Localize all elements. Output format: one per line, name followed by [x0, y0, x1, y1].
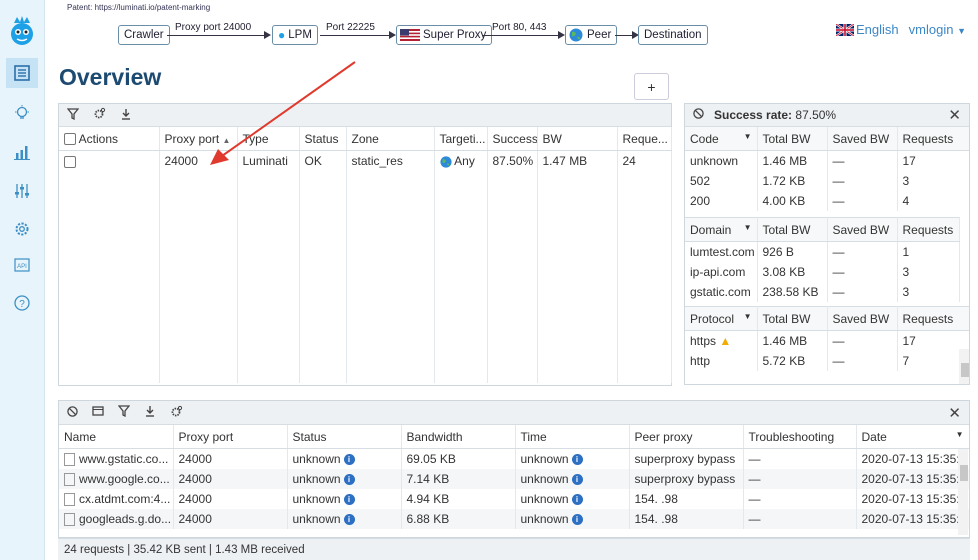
column-header-requests[interactable]: Requests	[897, 127, 969, 151]
info-icon[interactable]: i	[343, 514, 355, 526]
request-row[interactable]: googleads.g.do... 24000 unknown i 6.88 KB…	[59, 509, 969, 529]
column-header-requests[interactable]: Requests	[897, 217, 960, 242]
column-header-peer-proxy[interactable]: Peer proxy	[629, 425, 744, 449]
domains-table: Domain ▼ Total BW Saved BW Requests lumte…	[685, 217, 960, 302]
code-row[interactable]: 200 4.00 KB —4	[685, 191, 969, 211]
requests-header-row: Name Proxy port Status Bandwidth Time Pe…	[59, 425, 969, 449]
file-icon	[64, 493, 75, 507]
column-header-saved-bw[interactable]: Saved BW	[827, 127, 898, 151]
column-header-bandwidth[interactable]: Bandwidth	[401, 425, 516, 449]
info-icon[interactable]: i	[571, 454, 583, 466]
requests-panel: ✕ Name Proxy port Status Bandwidth Time …	[58, 400, 970, 538]
requests-scrollbar[interactable]	[958, 449, 968, 535]
column-header-saved-bw[interactable]: Saved BW	[827, 306, 898, 331]
window-icon[interactable]	[92, 405, 104, 420]
column-header-protocol[interactable]: Protocol ▼	[685, 306, 758, 331]
domain-row[interactable]: lumtest.com 926 B —1	[685, 241, 960, 262]
code-row[interactable]: unknown 1.46 MB —17	[685, 150, 969, 171]
domain-row[interactable]: gstatic.com 238.58 KB —3	[685, 282, 960, 302]
requests-table: Name Proxy port Status Bandwidth Time Pe…	[59, 425, 969, 529]
file-icon	[64, 473, 75, 487]
protocol-row[interactable]: http 5.72 KB —7	[685, 351, 969, 371]
info-icon[interactable]: i	[343, 474, 355, 486]
domains-scrollbar[interactable]	[959, 349, 969, 384]
requests-summary-bar: 24 requests | 35.42 KB sent | 1.43 MB re…	[58, 538, 970, 560]
sort-caret-icon: ▼	[743, 222, 752, 232]
requests-toolbar: ✕	[59, 401, 969, 425]
column-header-total-bw[interactable]: Total BW	[757, 217, 828, 242]
column-header-proxy-port[interactable]: Proxy port	[173, 425, 288, 449]
codes-table: Code ▼ Total BW Saved BW Requests unknown…	[685, 127, 969, 217]
info-icon[interactable]: i	[343, 494, 355, 506]
column-header-total-bw[interactable]: Total BW	[757, 127, 828, 151]
requests-summary: 24 requests | 35.42 KB sent | 1.43 MB re…	[64, 543, 305, 556]
column-header-saved-bw[interactable]: Saved BW	[827, 217, 898, 242]
column-header-domain[interactable]: Domain ▼	[685, 217, 758, 242]
info-icon[interactable]: i	[343, 454, 355, 466]
protocol-row[interactable]: https ▲ 1.46 MB —17	[685, 330, 969, 351]
column-header-code[interactable]: Code ▼	[685, 127, 758, 151]
column-header-date[interactable]: Date ▼	[856, 425, 969, 449]
request-row[interactable]: www.google.co... 24000 unknown i 7.14 KB …	[59, 469, 969, 489]
column-header-status[interactable]: Status	[287, 425, 402, 449]
request-row[interactable]: www.gstatic.co... 24000 unknown i 69.05 K…	[59, 448, 969, 469]
columns-gear-icon[interactable]	[170, 405, 183, 421]
download-icon[interactable]	[144, 405, 156, 420]
peer-proxy-ip: 154. .98	[629, 489, 744, 509]
protocols-table: Protocol ▼ Total BW Saved BW Requests htt…	[685, 306, 969, 371]
column-header-name[interactable]: Name	[59, 425, 174, 449]
code-row[interactable]: 502 1.72 KB —3	[685, 171, 969, 191]
block-icon[interactable]	[693, 108, 704, 122]
stats-header: Success rate: 87.50% ✕	[685, 104, 969, 127]
info-icon[interactable]: i	[571, 494, 583, 506]
domain-row[interactable]: ip-api.com 3.08 KB —3	[685, 262, 960, 282]
filter-icon[interactable]	[117, 405, 131, 420]
file-icon	[64, 453, 75, 467]
info-icon[interactable]: i	[571, 514, 583, 526]
success-rate-label: Success rate:	[714, 108, 793, 122]
close-icon[interactable]: ✕	[948, 404, 961, 422]
request-row[interactable]: cx.atdmt.com:4... 24000 unknown i 4.94 KB…	[59, 489, 969, 509]
column-header-troubleshooting[interactable]: Troubleshooting	[743, 425, 857, 449]
stats-panel: Success rate: 87.50% ✕ Code ▼ Total BW Sa…	[684, 103, 970, 385]
sort-caret-icon: ▼	[955, 429, 964, 439]
success-rate-value: 87.50%	[795, 108, 837, 122]
peer-proxy-ip: 154. .98	[629, 509, 744, 529]
file-icon	[64, 513, 75, 527]
column-header-total-bw[interactable]: Total BW	[757, 306, 828, 331]
sort-caret-icon: ▼	[743, 311, 752, 321]
warning-icon[interactable]: ▲	[719, 334, 731, 348]
close-icon[interactable]: ✕	[948, 106, 961, 124]
sort-caret-icon: ▼	[743, 131, 752, 141]
info-icon[interactable]: i	[571, 474, 583, 486]
clear-block-icon[interactable]	[67, 405, 78, 420]
column-header-time[interactable]: Time	[515, 425, 630, 449]
column-header-requests[interactable]: Requests	[897, 306, 969, 331]
